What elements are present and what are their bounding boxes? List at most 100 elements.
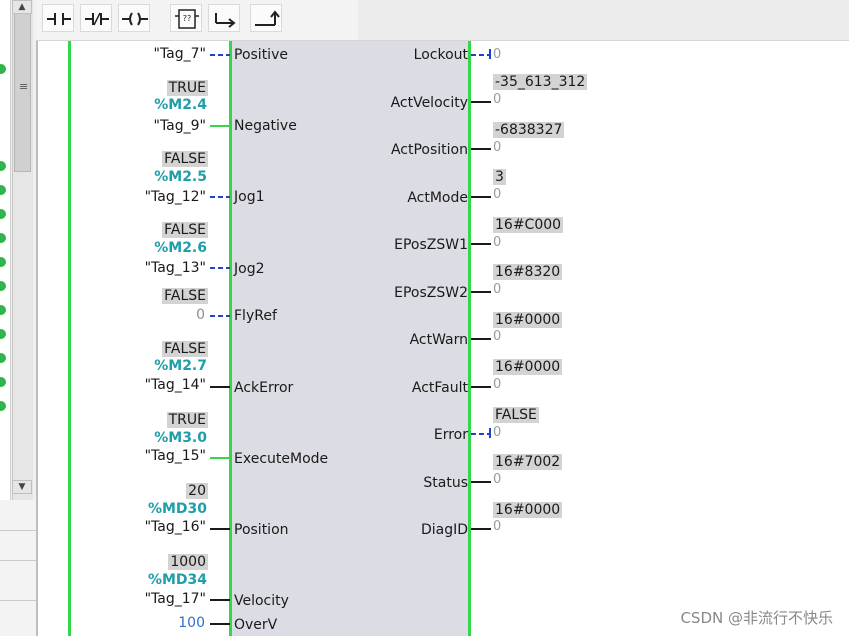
scroll-up-button[interactable]: ▲ xyxy=(12,0,32,14)
input-connection xyxy=(210,386,230,388)
input-value: TRUE xyxy=(166,412,208,428)
input-address: %MD30 xyxy=(147,501,207,517)
divider xyxy=(0,530,36,531)
pin-diagid: DiagID xyxy=(420,522,468,538)
input-address: %M2.7 xyxy=(154,358,207,374)
output-zero[interactable]: 0 xyxy=(493,93,501,107)
output-connection xyxy=(471,433,489,435)
output-connection xyxy=(471,481,491,483)
pin-velocity: Velocity xyxy=(234,593,289,609)
input-connection xyxy=(210,125,230,127)
output-zero[interactable]: 0 xyxy=(493,236,501,250)
output-connection xyxy=(471,54,489,56)
power-rail xyxy=(68,41,71,636)
output-value: 16#0000 xyxy=(493,502,563,518)
pin-jog2: Jog2 xyxy=(234,261,265,277)
input-value: FALSE xyxy=(162,288,208,304)
output-value: 16#0000 xyxy=(493,359,563,375)
input-tag[interactable]: "Tag_15" xyxy=(145,448,206,464)
input-constant[interactable]: 100 xyxy=(178,615,205,631)
input-connection xyxy=(210,623,230,625)
pin-actfault: ActFault xyxy=(411,380,468,396)
output-stub xyxy=(489,428,491,438)
close-branch-button[interactable] xyxy=(250,4,282,32)
output-connection xyxy=(471,338,491,340)
input-value: FALSE xyxy=(162,222,208,238)
pin-eposzsw1: EPosZSW1 xyxy=(394,237,468,253)
watermark: CSDN @非流行不快乐 xyxy=(680,609,833,627)
output-zero[interactable]: 0 xyxy=(493,330,501,344)
input-connection xyxy=(210,54,230,56)
status-dot xyxy=(0,161,6,171)
left-panel: ≡ ▲ ▼ xyxy=(0,0,38,636)
empty-box-icon: ?? xyxy=(175,9,199,29)
output-zero[interactable]: 0 xyxy=(493,426,501,440)
output-zero[interactable]: 0 xyxy=(493,48,501,62)
pin-status: Status xyxy=(423,475,468,491)
status-dot xyxy=(0,401,6,411)
pin-actmode: ActMode xyxy=(407,190,468,206)
input-address: %M3.0 xyxy=(154,430,207,446)
status-dot xyxy=(0,329,6,339)
pin-actvelocity: ActVelocity xyxy=(390,95,468,111)
input-tag[interactable]: "Tag_17" xyxy=(145,591,206,607)
output-connection xyxy=(471,101,491,103)
output-zero[interactable]: 0 xyxy=(493,283,501,297)
output-coil-button[interactable] xyxy=(118,4,150,32)
output-connection xyxy=(471,243,491,245)
pin-eposzsw2: EPosZSW2 xyxy=(394,285,468,301)
output-zero[interactable]: 0 xyxy=(493,473,501,487)
status-dot-column xyxy=(0,0,11,500)
output-connection xyxy=(471,528,491,530)
status-dot xyxy=(0,281,6,291)
input-tag[interactable]: "Tag_9" xyxy=(154,118,207,134)
vertical-scrollbar[interactable]: ≡ xyxy=(12,0,33,500)
input-value: TRUE xyxy=(166,80,208,96)
pin-position: Position xyxy=(234,522,289,538)
pin-lockout: Lockout xyxy=(413,47,468,63)
input-tag[interactable]: "Tag_7" xyxy=(154,46,207,62)
scrollbar-thumb[interactable]: ≡ xyxy=(14,12,31,172)
open-branch-button[interactable] xyxy=(208,4,240,32)
output-zero[interactable]: 0 xyxy=(493,378,501,392)
input-connection xyxy=(210,528,230,530)
ladder-toolbar: ?? xyxy=(36,0,849,41)
output-zero[interactable]: 0 xyxy=(493,188,501,202)
scroll-down-button[interactable]: ▼ xyxy=(12,480,32,494)
status-dot xyxy=(0,233,6,243)
status-dot xyxy=(0,209,6,219)
pin-negative: Negative xyxy=(234,118,297,134)
input-value: 20 xyxy=(186,483,208,499)
output-zero[interactable]: 0 xyxy=(493,141,501,155)
status-dot xyxy=(0,185,6,195)
input-tag[interactable]: "Tag_13" xyxy=(145,260,206,276)
input-tag[interactable]: "Tag_14" xyxy=(145,377,206,393)
pin-overv: OverV xyxy=(234,617,278,633)
output-value: 3 xyxy=(493,169,506,185)
normally-open-contact-button[interactable] xyxy=(42,4,74,32)
output-value: 16#7002 xyxy=(493,454,563,470)
input-connection xyxy=(210,267,230,269)
input-constant[interactable]: 0 xyxy=(196,307,205,323)
pin-actwarn: ActWarn xyxy=(409,332,468,348)
left-panel-lower xyxy=(0,500,36,636)
pin-positive: Positive xyxy=(234,47,288,63)
input-connection xyxy=(210,457,230,459)
grip-icon: ≡ xyxy=(19,80,29,93)
normally-closed-contact-button[interactable] xyxy=(80,4,112,32)
pin-actposition: ActPosition xyxy=(390,142,468,158)
open-branch-icon xyxy=(215,13,236,28)
output-coil-icon xyxy=(122,12,148,26)
input-address: %MD34 xyxy=(147,572,207,588)
pin-executemode: ExecuteMode xyxy=(234,451,329,467)
status-dot xyxy=(0,64,6,74)
pin-flyref: FlyRef xyxy=(234,308,277,324)
normally-closed-contact-icon xyxy=(85,12,109,26)
input-tag[interactable]: "Tag_16" xyxy=(145,519,206,535)
empty-box-button[interactable]: ?? xyxy=(170,4,202,32)
output-value: FALSE xyxy=(493,407,539,423)
input-tag[interactable]: "Tag_12" xyxy=(145,189,206,205)
output-zero[interactable]: 0 xyxy=(493,520,501,534)
input-value: 1000 xyxy=(168,554,208,570)
input-value: FALSE xyxy=(162,341,208,357)
